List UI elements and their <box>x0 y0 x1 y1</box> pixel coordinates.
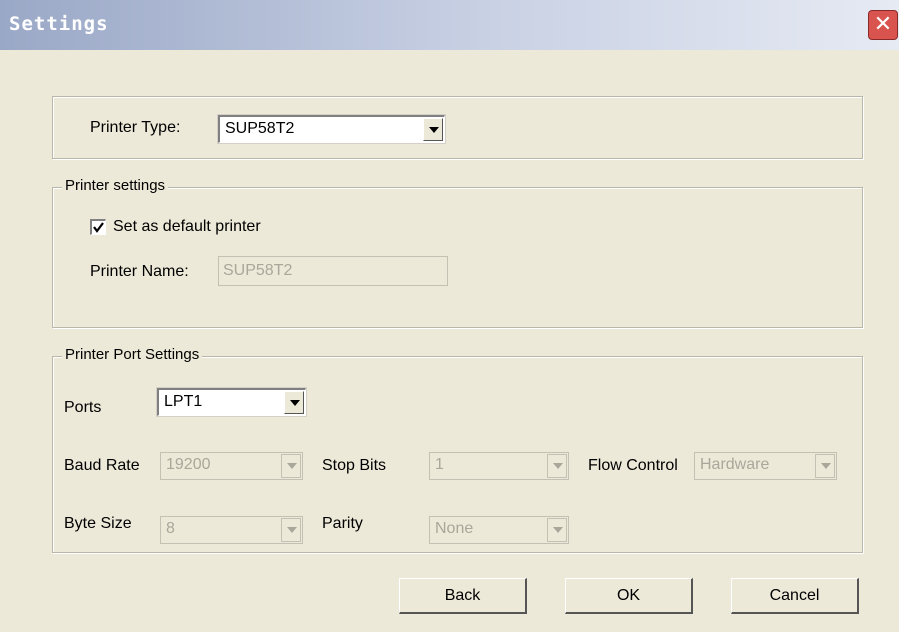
printer-settings-group: Printer settings Set as default printer … <box>52 177 863 328</box>
printer-type-group: Printer Type: SUP58T2 <box>52 96 863 159</box>
ports-value: LPT1 <box>164 393 203 410</box>
close-button[interactable]: ✕ <box>868 10 898 40</box>
printer-type-value: SUP58T2 <box>225 120 295 137</box>
parity-label: Parity <box>322 515 363 532</box>
printer-name-field: SUP58T2 <box>218 256 448 286</box>
printer-type-label: Printer Type: <box>90 119 181 136</box>
stop-bits-label: Stop Bits <box>322 457 387 474</box>
ok-button[interactable]: OK <box>565 578 693 614</box>
dropdown-arrow-icon[interactable] <box>547 454 567 478</box>
printer-settings-legend: Printer settings <box>62 177 169 194</box>
baud-rate-value: 19200 <box>166 456 211 473</box>
back-button[interactable]: Back <box>399 578 527 614</box>
flow-control-value: Hardware <box>700 456 770 473</box>
flow-control-label: Flow Control <box>588 457 678 474</box>
cancel-button[interactable]: Cancel <box>731 578 859 614</box>
printer-name-value: SUP58T2 <box>223 262 293 279</box>
parity-select[interactable]: None <box>429 516 569 544</box>
default-printer-checkbox[interactable] <box>90 219 106 235</box>
dropdown-arrow-icon[interactable] <box>284 391 304 414</box>
window-title: Settings <box>9 13 109 35</box>
close-icon: ✕ <box>873 12 893 37</box>
parity-value: None <box>435 520 474 537</box>
dropdown-arrow-icon[interactable] <box>423 118 443 141</box>
port-settings-legend: Printer Port Settings <box>62 346 203 363</box>
flow-control-select[interactable]: Hardware <box>694 452 837 480</box>
baud-rate-label: Baud Rate <box>64 457 140 474</box>
dropdown-arrow-icon[interactable] <box>281 518 301 542</box>
baud-rate-select[interactable]: 19200 <box>160 452 303 480</box>
stop-bits-value: 1 <box>435 456 444 473</box>
byte-size-select[interactable]: 8 <box>160 516 303 544</box>
default-printer-label[interactable]: Set as default printer <box>113 218 261 236</box>
byte-size-label: Byte Size <box>64 515 132 532</box>
byte-size-value: 8 <box>166 520 175 537</box>
printer-type-select[interactable]: SUP58T2 <box>217 114 446 144</box>
port-settings-group: Printer Port Settings Ports LPT1 Baud Ra… <box>52 346 863 553</box>
ports-label: Ports <box>64 399 102 416</box>
dropdown-arrow-icon[interactable] <box>815 454 835 478</box>
checkmark-icon <box>93 222 104 233</box>
ports-select[interactable]: LPT1 <box>156 387 307 417</box>
stop-bits-select[interactable]: 1 <box>429 452 569 480</box>
printer-name-label: Printer Name: <box>90 263 189 280</box>
dropdown-arrow-icon[interactable] <box>281 454 301 478</box>
title-bar: Settings ✕ <box>0 0 899 50</box>
dropdown-arrow-icon[interactable] <box>547 518 567 542</box>
